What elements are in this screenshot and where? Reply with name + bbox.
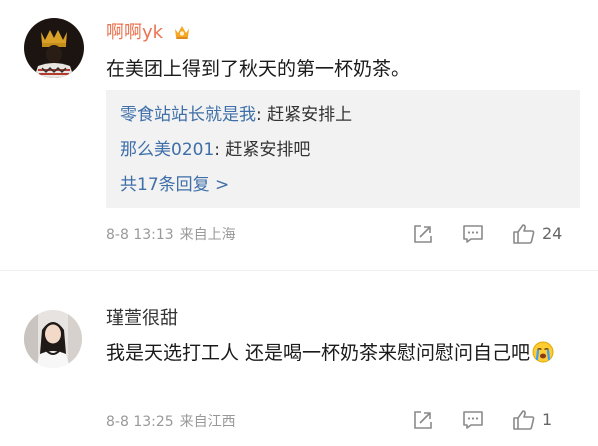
comment-item: 啊啊yk 在美团上得到了秋天的第一杯奶茶。 零食站站长就是我: 赶紧安排上 那么… [0, 0, 598, 262]
comment-icon [463, 225, 483, 243]
reply-text: 赶紧安排上 [267, 105, 353, 125]
comment-location: 来自上海 [179, 227, 236, 243]
comment-text: 在美团上得到了秋天的第一杯奶茶。 [106, 58, 411, 80]
reply-text: 赶紧安排吧 [225, 140, 311, 160]
reply-item: 那么美0201: 赶紧安排吧 [120, 139, 310, 161]
like-count: 24 [542, 224, 563, 243]
comment-location: 来自江西 [179, 414, 236, 430]
comment-text-content: 我是天选打工人 还是喝一杯奶茶来慰问慰问自己吧 [106, 342, 531, 364]
comment-date: 8-8 13:13 [106, 227, 174, 243]
share-button[interactable] [412, 408, 434, 432]
reply-author[interactable]: 零食站站长就是我 [120, 105, 256, 125]
comment-date: 8-8 13:25 [106, 414, 174, 430]
thumbs-up-icon [513, 224, 535, 244]
reply-separator: : [214, 140, 226, 160]
vip-crown-icon [173, 24, 191, 46]
username[interactable]: 瑾萱很甜 [106, 308, 178, 330]
comment-icon [463, 411, 483, 429]
crying-face-icon [532, 341, 554, 372]
like-count: 1 [542, 410, 553, 429]
username-text[interactable]: 瑾萱很甜 [106, 308, 178, 329]
like-button[interactable]: 24 [512, 222, 562, 246]
like-button[interactable]: 1 [512, 408, 552, 432]
reply-author[interactable]: 那么美0201 [120, 140, 214, 160]
avatar-image [24, 18, 84, 78]
reply-separator: : [256, 105, 268, 125]
reply-button[interactable] [462, 408, 484, 432]
share-icon [414, 225, 432, 243]
reply-button[interactable] [462, 222, 484, 246]
comment-actions: 1 [412, 408, 580, 432]
comment-text: 我是天选打工人 还是喝一杯奶茶来慰问慰问自己吧 [106, 338, 586, 372]
comment-meta: 8-8 13:25 来自江西 [106, 413, 236, 431]
avatar[interactable] [24, 310, 82, 368]
share-button[interactable] [412, 222, 434, 246]
comment-item: 瑾萱很甜 我是天选打工人 还是喝一杯奶茶来慰问慰问自己吧 8-8 13:25 来自… [0, 288, 598, 446]
replies-box: 零食站站长就是我: 赶紧安排上 那么美0201: 赶紧安排吧 共17条回复 > [106, 90, 580, 208]
thumbs-up-icon [513, 410, 535, 430]
avatar-image [24, 310, 82, 368]
reply-item: 零食站站长就是我: 赶紧安排上 [120, 104, 352, 126]
more-replies-link[interactable]: 共17条回复 > [120, 174, 229, 196]
avatar[interactable] [24, 18, 84, 78]
comment-divider [0, 270, 598, 271]
username-text[interactable]: 啊啊yk [106, 22, 163, 43]
comment-meta: 8-8 13:13 来自上海 [106, 226, 236, 244]
share-icon [414, 411, 432, 429]
username[interactable]: 啊啊yk [106, 22, 191, 46]
comment-actions: 24 [412, 222, 580, 246]
